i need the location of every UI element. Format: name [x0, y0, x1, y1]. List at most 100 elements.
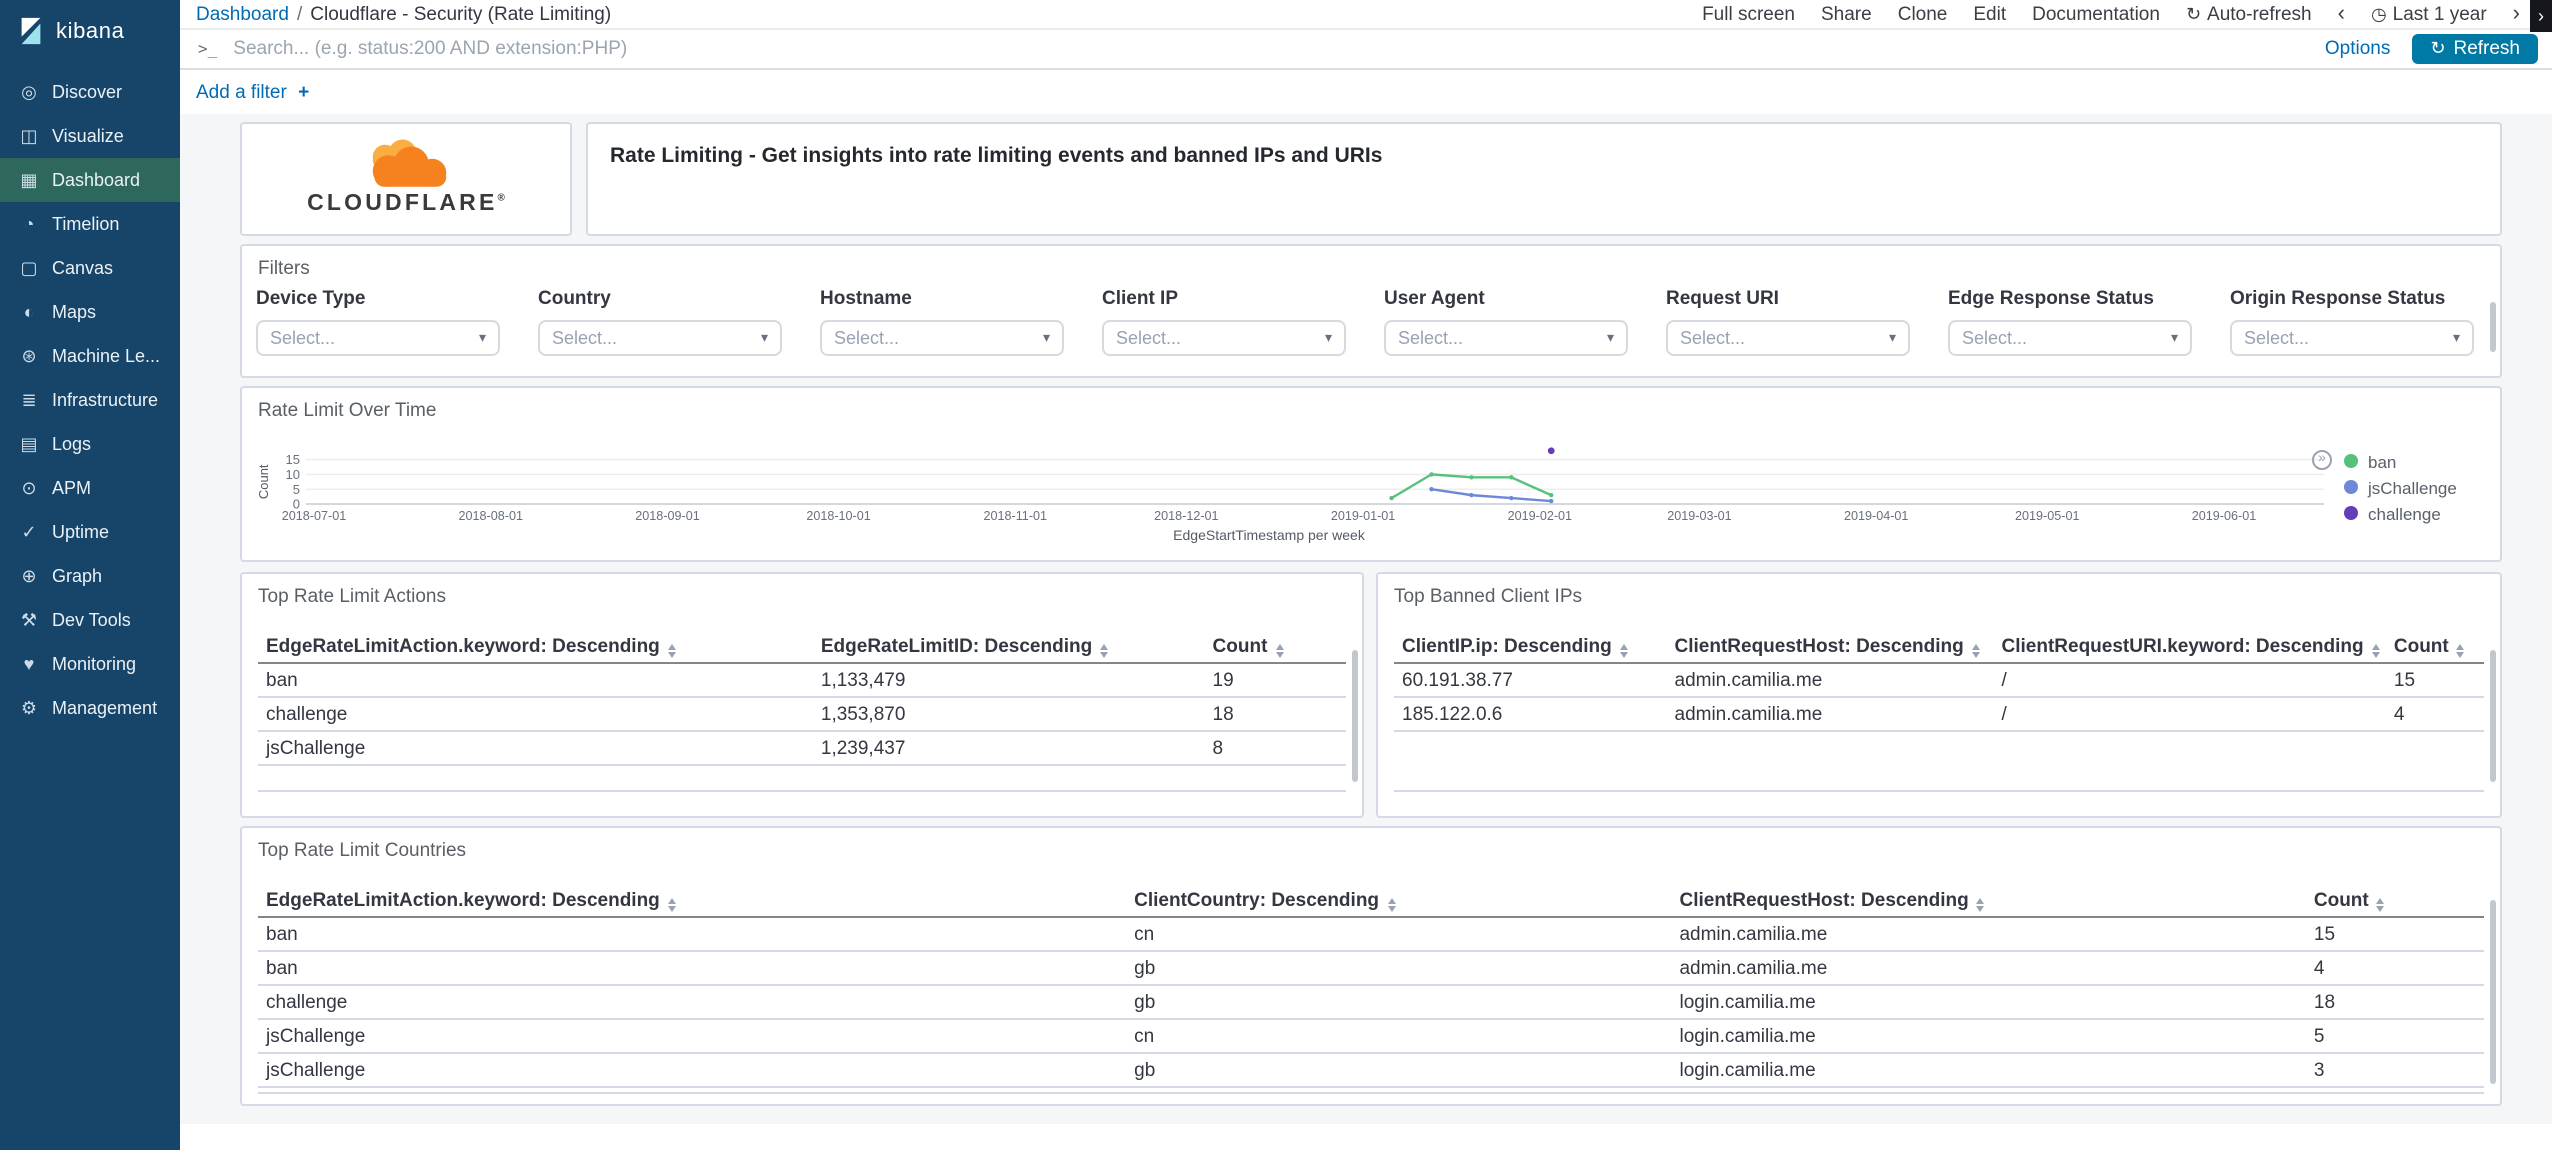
- sidebar-item-label: Uptime: [52, 522, 110, 542]
- sidebar-item-timelion[interactable]: ◔ Timelion: [0, 202, 180, 246]
- clone-button[interactable]: Clone: [1898, 3, 1948, 25]
- svg-text:2018-12-01: 2018-12-01: [1154, 509, 1218, 523]
- column-header-clientip-ip-descending[interactable]: ClientIP.ip: Descending: [1394, 632, 1667, 664]
- legend-item-ban[interactable]: ban: [2344, 448, 2484, 474]
- time-picker-button[interactable]: ◷ Last 1 year: [2371, 3, 2487, 25]
- uptime-icon: ✓: [21, 521, 37, 541]
- sidebar-item-machine-le[interactable]: ⊛ Machine Le...: [0, 334, 180, 378]
- sidebar-item-infrastructure[interactable]: ≣ Infrastructure: [0, 378, 180, 422]
- column-header-label: ClientCountry: Descending: [1134, 890, 1380, 912]
- sidebar-item-visualize[interactable]: ◫ Visualize: [0, 114, 180, 158]
- query-prompt-icon: >_: [198, 40, 218, 58]
- refresh-button[interactable]: ↻ Refresh: [2412, 34, 2538, 64]
- table-cell: ban: [258, 917, 1127, 952]
- documentation-button[interactable]: Documentation: [2032, 3, 2160, 25]
- table-cell: 18: [1204, 697, 1346, 732]
- svg-text:2018-08-01: 2018-08-01: [459, 509, 523, 523]
- options-link[interactable]: Options: [2325, 38, 2391, 60]
- auto-refresh-button[interactable]: ↻ Auto-refresh: [2186, 3, 2312, 25]
- svg-text:2019-05-01: 2019-05-01: [2015, 509, 2079, 523]
- full-screen-button[interactable]: Full screen: [1702, 3, 1795, 25]
- column-header-count[interactable]: Count: [2385, 632, 2484, 664]
- breadcrumb-dashboard-link[interactable]: Dashboard: [196, 3, 289, 25]
- svg-text:2019-03-01: 2019-03-01: [1667, 509, 1731, 523]
- filter-select-request-uri[interactable]: Select... ▾: [1666, 320, 1910, 356]
- add-filter-link[interactable]: Add a filter +: [196, 82, 309, 104]
- sidebar-item-maps[interactable]: ◐ Maps: [0, 290, 180, 334]
- sort-carets-icon: [1619, 644, 1628, 658]
- table-cell: login.camilia.me: [1671, 985, 2306, 1020]
- legend-dot-icon: [2344, 454, 2358, 468]
- scrollbar-thumb[interactable]: [2490, 900, 2496, 1084]
- filter-select-origin-response-status[interactable]: Select... ▾: [2230, 320, 2474, 356]
- filter-label: Edge Response Status: [1948, 288, 2154, 310]
- sidebar-item-apm[interactable]: ⊙ APM: [0, 466, 180, 510]
- column-header-label: ClientRequestURI.keyword: Descending: [2001, 636, 2364, 658]
- time-prev-button[interactable]: ‹: [2338, 2, 2345, 25]
- filter-select-device-type[interactable]: Select... ▾: [256, 320, 500, 356]
- search-input[interactable]: [233, 38, 2303, 60]
- filter-select-user-agent[interactable]: Select... ▾: [1384, 320, 1628, 356]
- sidebar-item-monitoring[interactable]: ♥ Monitoring: [0, 642, 180, 686]
- column-header-clientcountry-descending[interactable]: ClientCountry: Descending: [1126, 886, 1672, 918]
- edge-next-chevron[interactable]: ›: [2530, 0, 2552, 32]
- filter-select-country[interactable]: Select... ▾: [538, 320, 782, 356]
- legend-label: jsChallenge: [2368, 477, 2457, 497]
- sidebar-item-uptime[interactable]: ✓ Uptime: [0, 510, 180, 554]
- sort-carets-icon: [1971, 644, 1980, 658]
- column-header-clientrequesthost-descending[interactable]: ClientRequestHost: Descending: [1666, 632, 1994, 664]
- sort-carets-icon: [1275, 644, 1284, 658]
- top-rate-limit-actions-table: EdgeRateLimitAction.keyword: Descending E…: [258, 632, 1346, 792]
- top-menu: Full screen Share Clone Edit Documentation ↻…: [1702, 2, 2520, 25]
- column-header-edgeratelimitaction-keyword-descending[interactable]: EdgeRateLimitAction.keyword: Descending: [258, 632, 813, 664]
- table-cell: gb: [1126, 1053, 1672, 1088]
- column-header-clientrequesturi-keyword-descending[interactable]: ClientRequestURI.keyword: Descending: [1993, 632, 2386, 664]
- sidebar-item-graph[interactable]: ⊕ Graph: [0, 554, 180, 598]
- sidebar-item-discover[interactable]: ◎ Discover: [0, 70, 180, 114]
- table-row: jsChallenge cn login.camilia.me 5: [258, 1019, 2484, 1054]
- series-point-challenge: [1547, 447, 1555, 455]
- column-header-count[interactable]: Count: [1204, 632, 1346, 664]
- kibana-logo-icon: [21, 17, 41, 45]
- kibana-brand[interactable]: kibana: [0, 0, 180, 70]
- sidebar-item-management[interactable]: ⚙ Management: [0, 686, 180, 730]
- scrollbar-thumb[interactable]: [1352, 650, 1358, 782]
- filter-select-hostname[interactable]: Select... ▾: [820, 320, 1064, 356]
- table-row: jsChallenge 1,239,437 8: [258, 731, 1346, 766]
- edit-button[interactable]: Edit: [1973, 3, 2006, 25]
- filter-bar: Add a filter +: [180, 72, 2552, 114]
- table-cell: jsChallenge: [258, 731, 813, 766]
- sort-carets-icon: [2371, 644, 2380, 658]
- legend-item-jschallenge[interactable]: jsChallenge: [2344, 474, 2484, 500]
- sidebar-item-dashboard[interactable]: ▦ Dashboard: [0, 158, 180, 202]
- legend-item-challenge[interactable]: challenge: [2344, 500, 2484, 526]
- sidebar-item-label: APM: [52, 478, 92, 498]
- sidebar-item-canvas[interactable]: ▢ Canvas: [0, 246, 180, 290]
- svg-text:15: 15: [286, 452, 300, 467]
- chevron-down-icon: ▾: [760, 332, 768, 346]
- column-header-clientrequesthost-descending[interactable]: ClientRequestHost: Descending: [1671, 886, 2306, 918]
- canvas-icon: ▢: [20, 257, 38, 277]
- select-placeholder: Select...: [1962, 328, 2028, 348]
- chevron-down-icon: ▾: [1324, 332, 1332, 346]
- dashboard-description: Rate Limiting - Get insights into rate l…: [610, 144, 1383, 168]
- series-point-ban: [1429, 472, 1434, 477]
- sidebar-item-dev-tools[interactable]: ⚒ Dev Tools: [0, 598, 180, 642]
- share-button[interactable]: Share: [1821, 3, 1872, 25]
- time-next-button[interactable]: ›: [2513, 2, 2520, 25]
- column-header-count[interactable]: Count: [2305, 886, 2484, 918]
- table-cell: gb: [1126, 951, 1672, 986]
- scrollbar-thumb[interactable]: [2490, 650, 2496, 782]
- filter-select-client-ip[interactable]: Select... ▾: [1102, 320, 1346, 356]
- legend-toggle-icon[interactable]: »: [2312, 450, 2332, 470]
- table-cell: cn: [1126, 917, 1672, 952]
- table-cell: jsChallenge: [258, 1053, 1127, 1088]
- scrollbar-thumb[interactable]: [2490, 302, 2496, 352]
- series-point-jschallenge: [1509, 495, 1514, 501]
- cloudflare-wordmark: CLOUDFLARE®: [242, 192, 570, 216]
- column-header-edgeratelimitaction-keyword-descending[interactable]: EdgeRateLimitAction.keyword: Descending: [258, 886, 1127, 918]
- plus-icon: +: [298, 82, 310, 104]
- column-header-edgeratelimitid-descending[interactable]: EdgeRateLimitID: Descending: [812, 632, 1205, 664]
- sidebar-item-logs[interactable]: ▤ Logs: [0, 422, 180, 466]
- filter-select-edge-response-status[interactable]: Select... ▾: [1948, 320, 2192, 356]
